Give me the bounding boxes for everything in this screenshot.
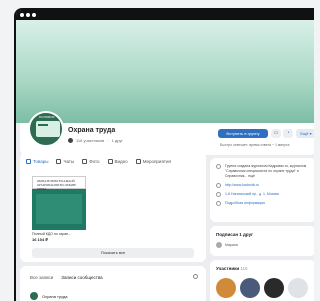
tab-community-posts[interactable]: Записи сообщества (61, 275, 102, 280)
tab-chats[interactable]: Чаты (56, 159, 74, 164)
response-time-note: Быстро отвечает: время ответа ~ 1 минута (220, 143, 290, 147)
group-avatar[interactable]: КОЛОБОК (28, 111, 64, 147)
participants-title[interactable]: Участники 116 (216, 266, 310, 271)
globe-icon (216, 183, 221, 188)
friends-count[interactable]: 1 друг (112, 138, 123, 143)
members-icon (68, 138, 73, 143)
tab-video-label: Видео (114, 159, 128, 164)
notifications-icon[interactable]: ◔ (283, 129, 293, 138)
group-header: КОЛОБОК Охрана труда 116 участников · 1 … (20, 111, 314, 155)
participant-avatar[interactable] (264, 278, 284, 298)
window-maximize-icon[interactable] (32, 13, 36, 17)
product-cover-strip: ОБЯЗАТЕЛЬНО В КАЖДОЙ ОРГАНИЗАЦИИ ВО ОХРА… (32, 176, 86, 191)
chat-icon (56, 159, 62, 164)
participants-count: 116 (240, 266, 248, 271)
show-all-button[interactable]: Показать все (32, 248, 194, 258)
friend-row[interactable]: Марина (216, 242, 310, 248)
more-info-row[interactable]: Подробная информация (216, 201, 310, 206)
friend-avatar (216, 242, 222, 248)
participant-avatar-placeholder[interactable] (288, 278, 308, 298)
details-icon (216, 201, 221, 206)
photo-icon (82, 159, 88, 164)
tab-events-label: Мероприятия (142, 159, 171, 164)
members-count[interactable]: 116 участников (76, 138, 104, 143)
post-author[interactable]: Охрана труда (42, 294, 68, 299)
group-name: Охрана труда (68, 127, 116, 134)
tab-photo-label: Фото (89, 159, 100, 164)
subscribers-card: Подписан 1 друг Марина (210, 226, 314, 256)
address-link[interactable]: 1-й Нагатинский пр., д. 1, Москва (225, 192, 279, 197)
participant-avatar[interactable] (240, 278, 260, 298)
tab-events[interactable]: Мероприятия (135, 159, 171, 164)
avatar-bar-graphic (38, 124, 48, 126)
participants-label: Участники (216, 266, 240, 271)
product-thumbnail[interactable]: ОБЯЗАТЕЛЬНО В КАЖДОЙ ОРГАНИЗАЦИИ ВО ОХРА… (32, 176, 86, 230)
group-cover (16, 20, 314, 123)
address-row[interactable]: 1-й Нагатинский пр., д. 1, Москва (216, 192, 310, 197)
info-icon (216, 164, 221, 169)
post-author-avatar[interactable] (30, 292, 38, 300)
tab-goods-label: Товары (33, 159, 49, 164)
group-description: Группа создана журналом Кадровик.ru, жур… (225, 164, 307, 178)
window-close-icon[interactable] (20, 13, 24, 17)
search-icon[interactable] (193, 274, 198, 279)
participants-card: Участники 116 (210, 260, 314, 301)
content-tabs: Товары Чаты Фото Видео Мероприятия (20, 152, 206, 171)
tab-chats-label: Чаты (63, 159, 75, 164)
tab-all-posts[interactable]: Все записи (30, 275, 53, 280)
product-cover-title: ОБЯЗАТЕЛЬНО В КАЖДОЙ ОРГАНИЗАЦИИ ВО ОХРА… (37, 179, 77, 191)
join-group-button[interactable]: Вступить в группу (218, 129, 268, 138)
product-price: 16 104 ₽ (32, 237, 48, 242)
subscribers-title[interactable]: Подписан 1 друг (216, 232, 310, 237)
window-minimize-icon[interactable] (26, 13, 30, 17)
bag-icon (26, 159, 31, 164)
title-bar (16, 10, 314, 20)
tab-photo[interactable]: Фото (82, 159, 100, 164)
website-row[interactable]: http://www.kadrovik.ru (216, 183, 310, 188)
friend-name: Марина (225, 243, 238, 247)
wall-tabs: Все записи Записи сообщества (20, 266, 206, 289)
group-meta: 116 участников · 1 друг (68, 138, 123, 143)
content-card: Товары Чаты Фото Видео Мероприятия ОБЯЗА… (20, 152, 206, 262)
tab-video[interactable]: Видео (107, 159, 128, 164)
meta-separator: · (107, 138, 109, 143)
tab-goods[interactable]: Товары (26, 159, 48, 164)
product-name[interactable]: Полный КДО по охран... (32, 232, 71, 236)
post-header: Охрана труда (30, 292, 68, 300)
message-icon[interactable]: ▭ (271, 129, 281, 138)
wall-card: Все записи Записи сообщества Охрана труд… (20, 266, 206, 301)
more-info-link[interactable]: Подробная информация (225, 201, 265, 206)
browser-window: КОЛОБОК Охрана труда 116 участников · 1 … (14, 8, 314, 301)
video-icon (107, 159, 113, 164)
more-button[interactable]: Ещё ▾ (296, 129, 314, 138)
description-row: Группа создана журналом Кадровик.ru, жур… (216, 164, 310, 179)
participant-avatar[interactable] (216, 278, 236, 298)
product-cover-image (36, 194, 82, 224)
more-label: Ещё (300, 131, 309, 136)
info-card: Группа создана журналом Кадровик.ru, жур… (210, 158, 314, 222)
avatar-caption: КОЛОБОК (39, 115, 55, 119)
calendar-icon (135, 159, 141, 164)
location-icon (216, 192, 221, 197)
website-link[interactable]: http://www.kadrovik.ru (225, 183, 259, 188)
